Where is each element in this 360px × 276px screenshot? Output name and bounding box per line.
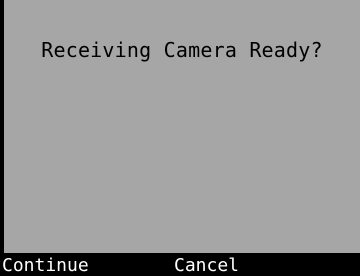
dialog-area: Receiving Camera Ready? [4,0,360,253]
continue-softkey[interactable]: Continue [2,255,89,276]
cancel-softkey[interactable]: Cancel [174,255,239,276]
prompt-message: Receiving Camera Ready? [41,38,323,62]
device-screen: Receiving Camera Ready? Continue Cancel [0,0,360,276]
softkey-bar: Continue Cancel [0,253,360,276]
